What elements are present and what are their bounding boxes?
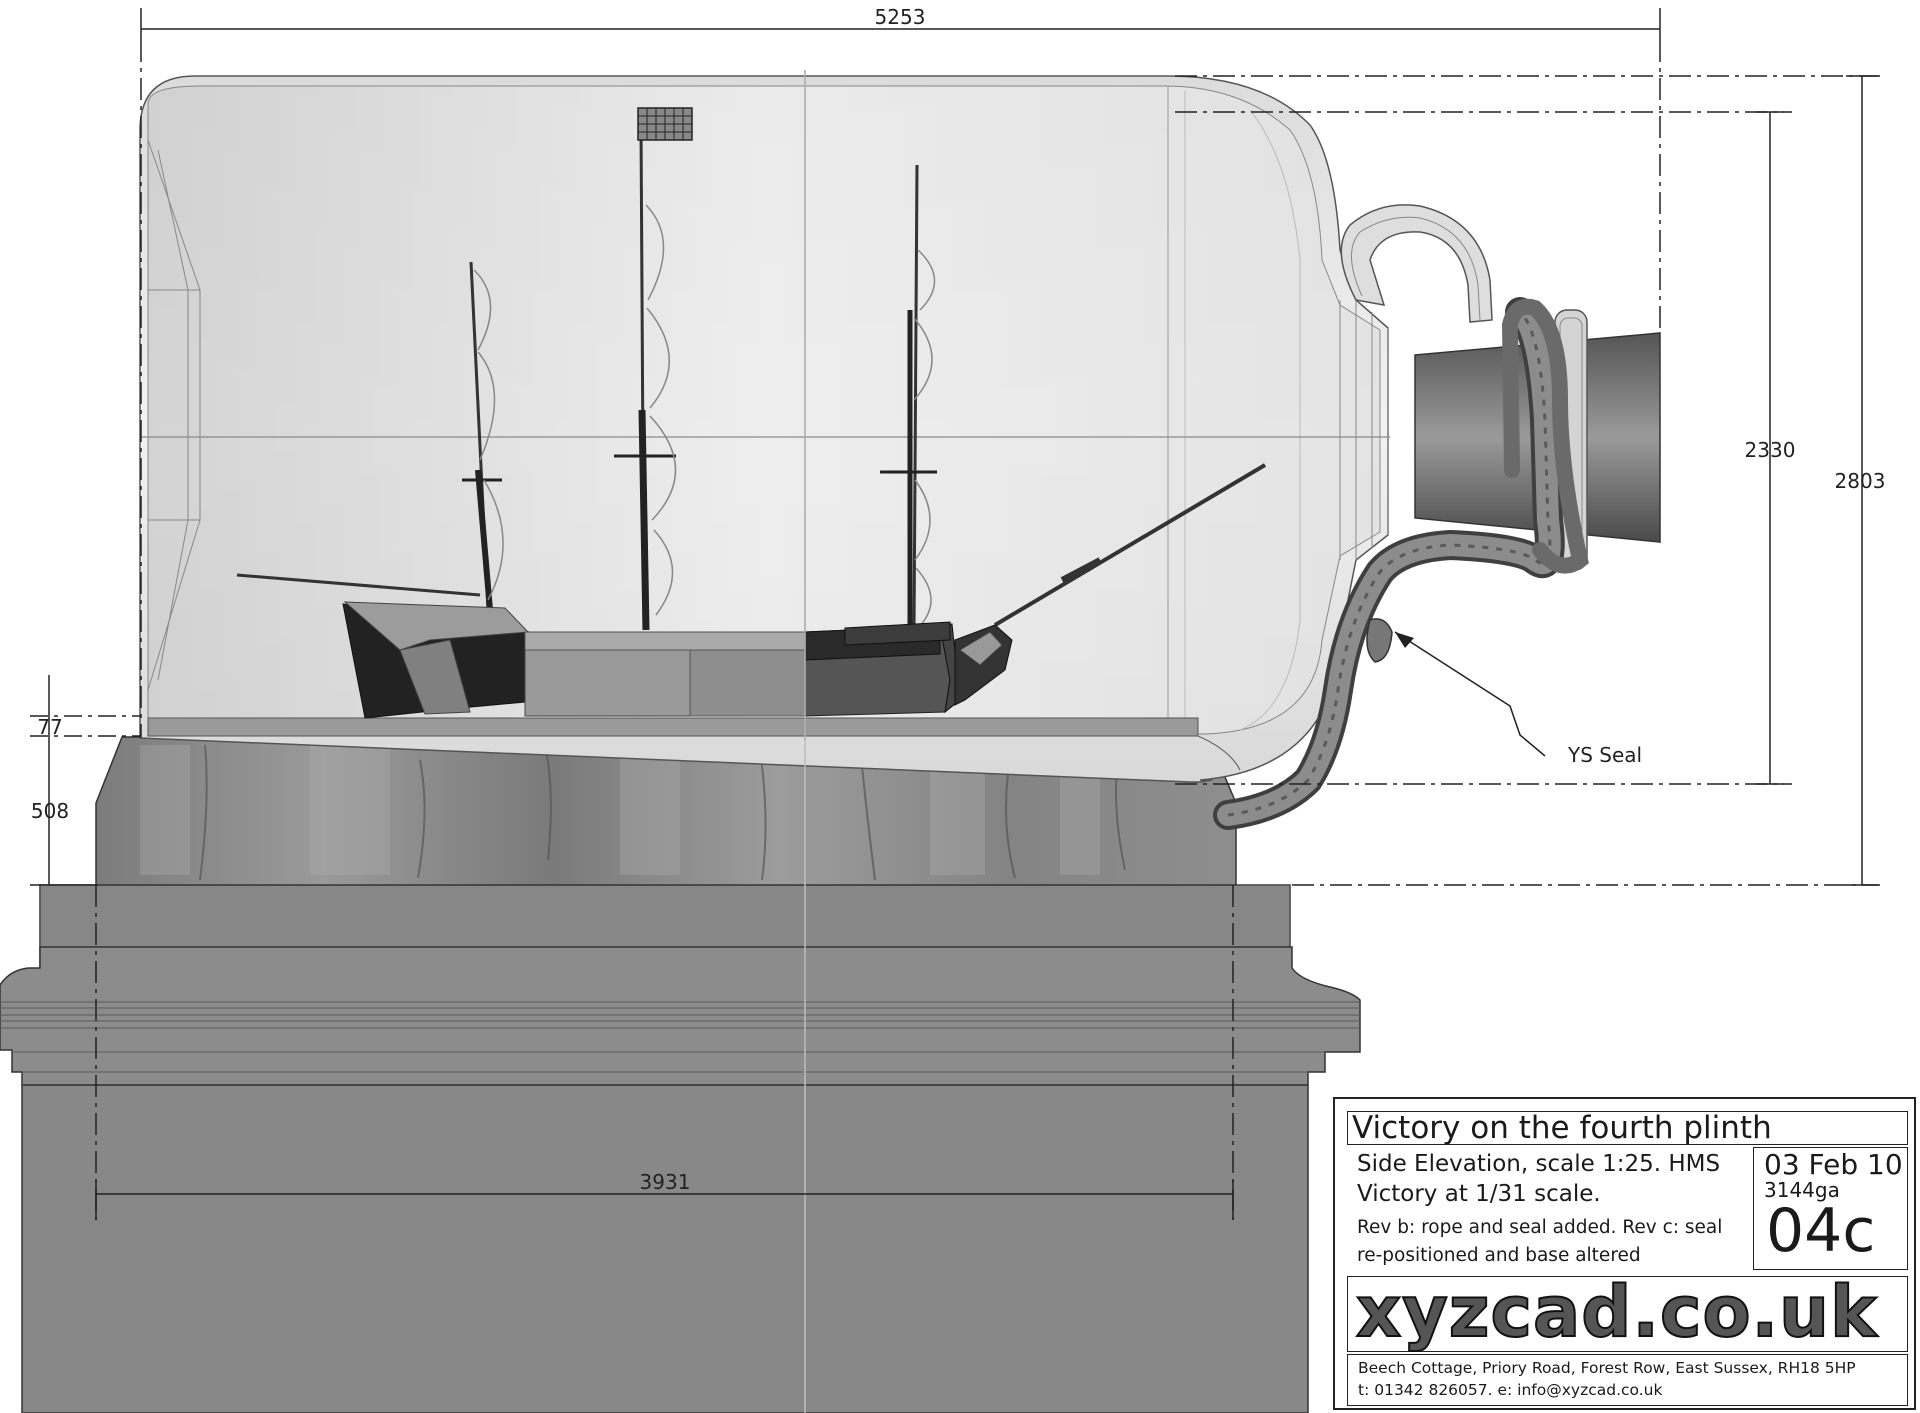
revision-line-2: re-positioned and base altered	[1357, 1245, 1641, 1266]
dim-plinth-width: 3931	[640, 1170, 691, 1194]
description-line-1: Side Elevation, scale 1:25. HMS	[1357, 1151, 1721, 1177]
company-address: Beech Cottage, Priory Road, Forest Row, …	[1358, 1359, 1856, 1377]
logo-box: xyzcad.co.uk	[1347, 1270, 1908, 1354]
company-contact: t: 01342 826057. e: info@xyzcad.co.uk	[1358, 1381, 1663, 1399]
drawing-date: 03 Feb 10	[1764, 1148, 1903, 1181]
drawing-number: 04c	[1766, 1196, 1876, 1266]
description-line-2: Victory at 1/31 scale.	[1357, 1181, 1601, 1207]
dim-floor-thickness: 77	[37, 715, 62, 739]
date-box: 03 Feb 10 3144ga 04c	[1753, 1147, 1908, 1270]
revision-line-1: Rev b: rope and seal added. Rev c: seal	[1357, 1217, 1723, 1238]
dim-overall-length: 5253	[875, 5, 926, 29]
dim-overall-height: 2803	[1835, 469, 1886, 493]
seal	[1366, 618, 1393, 663]
seal-callout: YS Seal	[1567, 743, 1642, 767]
drawing-title: Victory on the fourth plinth	[1352, 1110, 1772, 1146]
company-logo: xyzcad.co.uk	[1355, 1270, 1878, 1354]
title-box: Victory on the fourth plinth	[1347, 1110, 1908, 1146]
plinth-base	[0, 884, 1361, 1413]
dim-bottle-height: 2330	[1745, 438, 1796, 462]
address-box: Beech Cottage, Priory Road, Forest Row, …	[1347, 1354, 1908, 1406]
leader-arrowhead	[1395, 632, 1414, 648]
bottle-handle	[1340, 204, 1493, 323]
title-block: Victory on the fourth plinth 03 Feb 10 3…	[1333, 1097, 1916, 1410]
dim-plinth-top-height: 508	[31, 799, 69, 823]
